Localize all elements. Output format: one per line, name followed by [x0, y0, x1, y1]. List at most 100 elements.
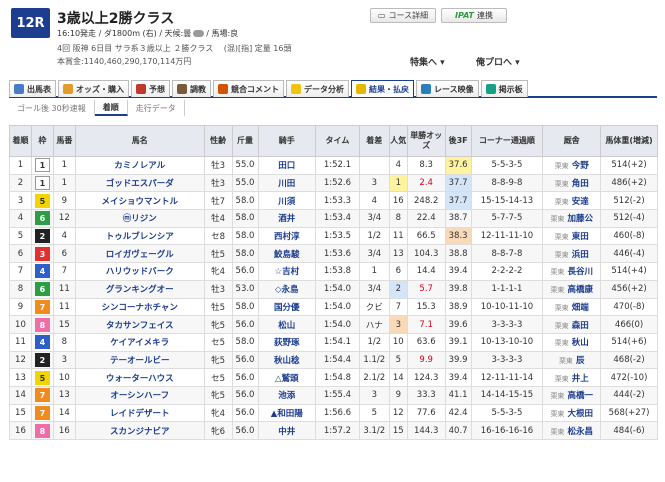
tab-6[interactable]: 結果・払戻	[351, 80, 414, 97]
trainer-link[interactable]: 栗東 東田	[542, 226, 602, 246]
jockey-link[interactable]: 秋山稔	[257, 350, 317, 370]
tab-7[interactable]: レース映像	[416, 80, 479, 97]
course-detail-button[interactable]: ▭ コース詳細	[370, 8, 436, 23]
tab-1[interactable]: オッズ・購入	[58, 80, 129, 97]
tokushu-link[interactable]: 特集へ ▾	[410, 55, 445, 68]
stable-affiliation: 栗東	[550, 392, 565, 401]
horse-name-link[interactable]: トゥルブレンシア	[74, 226, 205, 246]
table-row: 3 5 9 メイショウマントル 牡7 58.0 川須 1:53.3 4 16 248.2 37.7 15…	[9, 191, 658, 211]
trainer-link[interactable]: 栗東 浜田	[542, 244, 602, 264]
body-weight-cell: 512(-2)	[600, 191, 658, 211]
popularity-cell: 5	[388, 350, 408, 370]
trainer-link[interactable]: 栗東 長谷川	[542, 262, 602, 281]
tab-8[interactable]: 掲示板	[480, 80, 528, 97]
horse-number-cell: 1	[52, 156, 76, 175]
weight-cell: 56.0	[231, 421, 259, 440]
horse-name-link[interactable]: レイドデザート	[74, 403, 205, 423]
popularity-cell: 13	[388, 244, 408, 264]
trainer-link[interactable]: 栗東 秋山	[542, 332, 602, 352]
corner-cell: 5-5-3-5	[470, 156, 544, 175]
horse-number-cell: 4	[52, 226, 76, 246]
data-icon	[291, 84, 301, 94]
horse-name-link[interactable]: ロイガヴェーグル	[74, 244, 205, 264]
trainer-link[interactable]: 栗東 森田	[542, 315, 602, 334]
trainer-link[interactable]: 栗東 角田	[542, 173, 602, 193]
waku-badge: 6	[34, 211, 50, 226]
horse-number-cell: 11	[52, 297, 76, 317]
trainer-link[interactable]: 栗東 安達	[542, 191, 602, 211]
odds-cell: 8.3	[406, 156, 446, 175]
trainer-link[interactable]: 栗東 畑端	[542, 297, 602, 317]
jockey-link[interactable]: △鷲頭	[257, 368, 317, 387]
trainer-link[interactable]: 栗東 松永昌	[542, 421, 602, 440]
rank-cell: 2	[9, 173, 32, 193]
tab-2[interactable]: 予想	[131, 80, 170, 97]
odds-cell: 5.7	[406, 279, 446, 299]
horse-name-link[interactable]: ケイアイメキラ	[74, 332, 205, 352]
trainer-link[interactable]: 栗東 今野	[542, 156, 602, 175]
trainer-link[interactable]: 栗東辰	[542, 350, 602, 370]
corner-cell: 5-7-7-5	[470, 209, 544, 228]
waku-cell: 1	[30, 156, 54, 175]
jockey-link[interactable]: 酒井	[257, 209, 317, 228]
horse-name-link[interactable]: タカサンフェイス	[74, 315, 205, 334]
trainer-link[interactable]: 栗東 高橋康	[542, 279, 602, 299]
margin-cell: 3/4	[358, 209, 390, 228]
rank-cell: 11	[9, 332, 32, 352]
rank-cell: 5	[9, 226, 32, 246]
horse-number-cell: 8	[52, 332, 76, 352]
subtab-2[interactable]: 走行データ	[128, 100, 185, 116]
jockey-link[interactable]: 川田	[257, 173, 317, 193]
ipat-link-button[interactable]: IPAT 連携	[441, 8, 507, 23]
horse-name-link[interactable]: メイショウマントル	[74, 191, 205, 211]
jockey-link[interactable]: 荻野琢	[257, 332, 317, 352]
horse-name-link[interactable]: オーシンハーフ	[74, 385, 205, 405]
margin-cell: ハナ	[358, 315, 390, 334]
horse-name-link[interactable]: シンコーナホチャン	[74, 297, 205, 317]
trainer-link[interactable]: 栗東 高橋一	[542, 385, 602, 405]
horse-name-link[interactable]: ウォーターハウス	[74, 368, 205, 387]
horse-name-link[interactable]: グランキングオー	[74, 279, 205, 299]
corner-cell: 12-11-11-14	[470, 368, 544, 387]
body-weight-cell: 512(-4)	[600, 209, 658, 228]
subtab-1[interactable]: 着順	[94, 100, 128, 116]
horse-name-link[interactable]: ハリウッドバーク	[74, 262, 205, 281]
tab-4[interactable]: 競合コメント	[213, 80, 284, 97]
horse-name-link[interactable]: スカンジナビア	[74, 421, 205, 440]
jockey-link[interactable]: 西村淳	[257, 226, 317, 246]
horse-name-link[interactable]: テーオールビー	[74, 350, 205, 370]
column-header: 馬名	[74, 125, 205, 157]
weight-cell: 53.0	[231, 279, 259, 299]
waku-cell: 3	[30, 244, 54, 264]
jockey-link[interactable]: 鮫島駿	[257, 244, 317, 264]
race-header: 12R 3歳以上2勝クラス 16:10発走 / ダ1800m (右) / 天候:…	[0, 0, 665, 78]
waku-cell: 5	[30, 368, 54, 387]
ore-pro-link[interactable]: 俺プロへ ▾	[476, 55, 520, 68]
results-table: 着順枠馬番 馬名 性齢 斤量 騎手 タイム 着差 人気 単勝オッズ 後3F コーナー通過順 厩舎 馬体重…	[9, 125, 658, 440]
horse-name-link[interactable]: ゴッドエスパーダ	[74, 173, 205, 193]
rank-cell: 8	[9, 279, 32, 299]
jockey-link[interactable]: 松山	[257, 315, 317, 334]
jockey-link[interactable]: ◇永島	[257, 279, 317, 299]
jockey-link[interactable]: 中井	[257, 421, 317, 440]
trainer-link[interactable]: 栗東 井上	[542, 368, 602, 387]
jockey-link[interactable]: ▲和田陽	[257, 403, 317, 423]
rank-cell: 6	[9, 244, 32, 264]
jockey-link[interactable]: ☆吉村	[257, 262, 317, 281]
tab-0[interactable]: 出馬表	[9, 80, 56, 97]
jockey-link[interactable]: 田口	[257, 156, 317, 175]
stable-affiliation: 栗東	[554, 180, 569, 189]
popularity-cell: 1	[388, 173, 408, 193]
trainer-link[interactable]: 栗東 加藤公	[542, 209, 602, 228]
column-header: 枠	[30, 125, 54, 157]
jockey-link[interactable]: 川須	[257, 191, 317, 211]
subtab-0[interactable]: ゴール後 30秒速報	[9, 100, 95, 116]
popularity-cell: 11	[388, 226, 408, 246]
trainer-link[interactable]: 栗東 大根田	[542, 403, 602, 423]
tab-3[interactable]: 調教	[172, 80, 211, 97]
jockey-link[interactable]: 国分優	[257, 297, 317, 317]
jockey-link[interactable]: 池添	[257, 385, 317, 405]
horse-name-link[interactable]: ⓜリジン	[74, 209, 205, 228]
tab-5[interactable]: データ分析	[286, 80, 349, 97]
horse-name-link[interactable]: カミノレアル	[74, 156, 205, 175]
